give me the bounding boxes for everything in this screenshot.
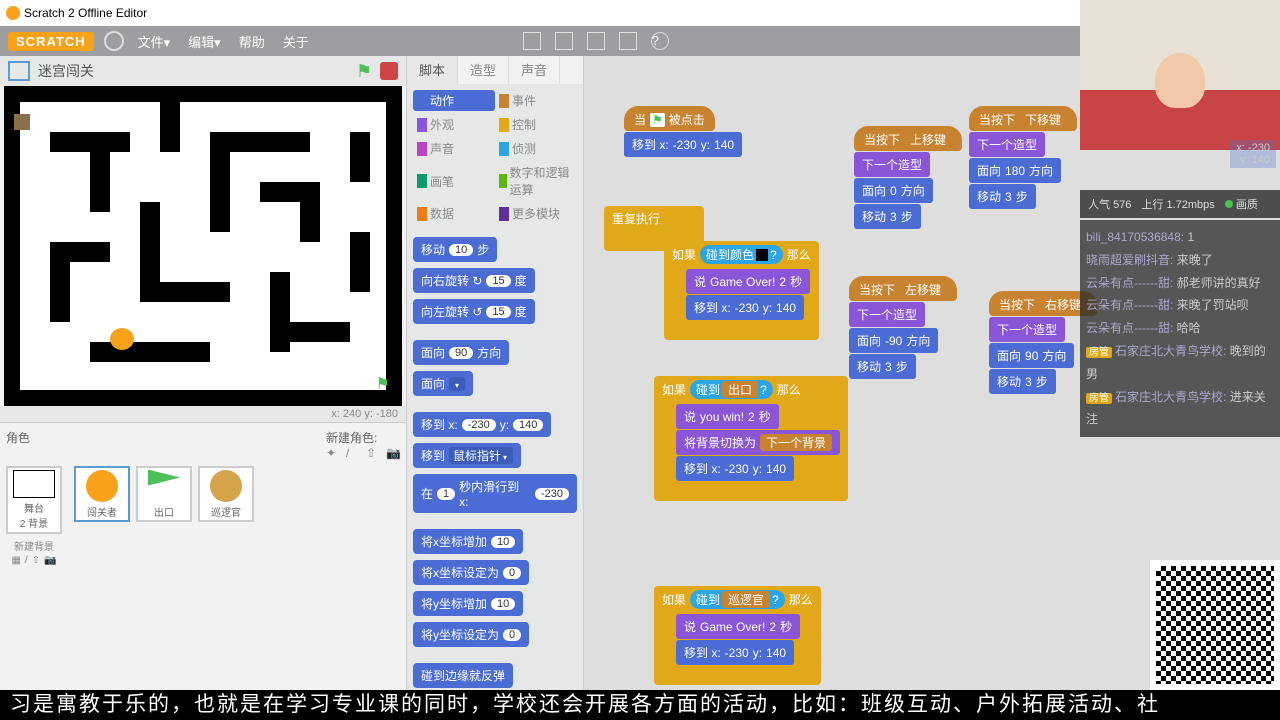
qr-code-overlay (1150, 560, 1280, 690)
bg-lib-icon[interactable]: ▦ (11, 555, 20, 566)
sprite-camera-icon[interactable]: 📷 (386, 446, 400, 460)
stack-key-up[interactable]: 当按下上移键 下一个造型 面向0方向 移动3步 (854, 126, 962, 229)
menu-file[interactable]: 文件▾ (134, 32, 175, 51)
block-categories: 动作事件 外观控制 声音侦测 画笔数字和逻辑运算 数据更多模块 (407, 84, 583, 233)
cat-looks[interactable]: 外观 (413, 114, 495, 135)
sprite-panel: 角色 新建角色: ✦ / ⇧ 📷 舞台 2 背景 (0, 422, 406, 690)
cat-motion[interactable]: 动作 (413, 90, 495, 111)
sprite-upload-icon[interactable]: ⇧ (366, 446, 380, 460)
maze-backdrop: ⚑ (10, 92, 396, 400)
cat-data[interactable]: 数据 (413, 203, 495, 224)
stop-icon[interactable] (380, 62, 398, 80)
sprite-enemy[interactable] (14, 114, 30, 130)
stage-thumbnail[interactable]: 舞台 2 背景 (6, 466, 62, 534)
sprite-paint-icon[interactable]: / (346, 446, 360, 460)
bg-upload-icon[interactable]: ⇧ (32, 555, 40, 566)
stack-key-left[interactable]: 当按下左移键 下一个造型 面向-90方向 移动3步 (849, 276, 957, 379)
tab-scripts[interactable]: 脚本 (407, 56, 458, 84)
stamp-icon[interactable] (523, 32, 541, 50)
sprite-thumb-patrol[interactable]: 巡逻官 (198, 466, 254, 522)
sprite-exit-flag[interactable]: ⚑ (376, 374, 390, 394)
globe-icon[interactable] (104, 31, 124, 51)
sprite-player[interactable] (110, 328, 134, 350)
stage-pane: 迷宫闯关 ⚑ (0, 56, 406, 690)
shrink-icon[interactable] (619, 32, 637, 50)
block-turn-left[interactable]: 向左旋转 ↺15度 (413, 299, 535, 324)
stage[interactable]: ⚑ (4, 86, 402, 406)
chat-line: bili_84170536848: 1 (1086, 226, 1274, 249)
cat-events[interactable]: 事件 (495, 90, 577, 111)
sprite-lib-icon[interactable]: ✦ (326, 446, 340, 460)
block-goto-xy[interactable]: 移到 x:-230y:140 (413, 412, 551, 437)
block-set-x[interactable]: 将x坐标设定为0 (413, 560, 529, 585)
stack-if-exit[interactable]: 如果碰到 出口?那么 说you win!2秒 将背景切换为下一个背景 移到 x:… (654, 376, 848, 501)
block-turn-right[interactable]: 向右旋转 ↻15度 (413, 268, 535, 293)
chat-line: 云朵有点------甜: 哈哈 (1086, 317, 1274, 340)
block-move-steps[interactable]: 移动10步 (413, 237, 497, 262)
tabs: 脚本 造型 声音 (407, 56, 583, 84)
cat-control[interactable]: 控制 (495, 114, 577, 135)
chat-line: 晓雨超爱刷抖音: 来晚了 (1086, 249, 1274, 272)
stack-if-patrol[interactable]: 如果碰到 巡逻官?那么 说Game Over!2秒 移到 x:-230y:140 (654, 586, 821, 685)
stack-if-color[interactable]: 如果碰到颜色?那么 说Game Over!2秒 移到 x:-230y:140 (664, 241, 819, 340)
stream-stats-overlay: 人气 576 上行 1.72mbps 画质 (1080, 190, 1280, 218)
sprites-label: 角色 (6, 429, 30, 460)
chat-line: 云朵有点------甜: 来晚了罚站呗 (1086, 294, 1274, 317)
block-change-y[interactable]: 将y坐标增加10 (413, 591, 523, 616)
bg-camera-icon[interactable]: 📷 (44, 555, 56, 566)
block-set-y[interactable]: 将y坐标设定为0 (413, 622, 529, 647)
tab-costumes[interactable]: 造型 (458, 56, 509, 84)
project-title[interactable]: 迷宫闯关 (38, 61, 348, 81)
stack-flag[interactable]: 当⚑被点击 移到 x:-230y:140 (624, 106, 742, 157)
chat-line: 云朵有点------甜: 郝老师讲的真好 (1086, 272, 1274, 295)
sprite-thumb-exit[interactable]: 出口 (136, 466, 192, 522)
cat-sensing[interactable]: 侦测 (495, 138, 577, 159)
menu-about[interactable]: 关于 (279, 32, 313, 51)
menu-help[interactable]: 帮助 (235, 32, 269, 51)
green-flag-icon[interactable]: ⚑ (356, 61, 372, 82)
cat-operators[interactable]: 数字和逻辑运算 (495, 162, 577, 200)
window-title: Scratch 2 Offline Editor (24, 6, 147, 20)
xy-readout-overlay: x: -230y: 140 (1230, 140, 1276, 168)
cat-sound[interactable]: 声音 (413, 138, 495, 159)
chat-line: 房管石家庄北大青鸟学校: 进来关注 (1086, 386, 1274, 432)
scratch-logo: SCRATCH (8, 32, 94, 51)
menu-edit[interactable]: 编辑▾ (184, 32, 225, 51)
toolbar: ? (523, 32, 669, 50)
chat-overlay: bili_84170536848: 1 晓雨超爱刷抖音: 来晚了 云朵有点---… (1080, 220, 1280, 437)
cut-icon[interactable] (555, 32, 573, 50)
block-bounce[interactable]: 碰到边缘就反弹 (413, 663, 513, 688)
block-goto-mouse[interactable]: 移到鼠标指针 (413, 443, 521, 468)
block-palette-pane: 脚本 造型 声音 动作事件 外观控制 声音侦测 画笔数字和逻辑运算 数据更多模块… (406, 56, 584, 690)
cat-pen[interactable]: 画笔 (413, 162, 495, 200)
block-change-x[interactable]: 将x坐标增加10 (413, 529, 523, 554)
block-point-dir[interactable]: 面向90方向 (413, 340, 509, 365)
app-icon (6, 6, 20, 20)
block-palette: 移动10步 向右旋转 ↻15度 向左旋转 ↺15度 面向90方向 面向 移到 x… (407, 233, 583, 698)
stack-key-down[interactable]: 当按下下移键 下一个造型 面向180方向 移动3步 (969, 106, 1077, 209)
subtitle-overlay: 习是寓教于乐的，也就是在学习专业课的同时，学校还会开展各方面的活动，比如：班级互… (0, 690, 1280, 720)
sprite-thumb-player[interactable]: 闯关者 (74, 466, 130, 522)
help-icon[interactable]: ? (651, 32, 669, 50)
stage-coords: x: 240 y: -180 (0, 406, 406, 422)
webcam-overlay (1080, 0, 1280, 150)
bg-paint-icon[interactable]: / (25, 555, 28, 566)
chat-line: 房管石家庄北大青鸟学校: 晚到的男 (1086, 340, 1274, 386)
block-point-towards[interactable]: 面向 (413, 371, 473, 396)
cat-more[interactable]: 更多模块 (495, 203, 577, 224)
fullscreen-icon[interactable] (8, 61, 30, 81)
grow-icon[interactable] (587, 32, 605, 50)
tab-sounds[interactable]: 声音 (509, 56, 560, 84)
block-glide[interactable]: 在1秒内滑行到 x:-230 (413, 474, 577, 513)
